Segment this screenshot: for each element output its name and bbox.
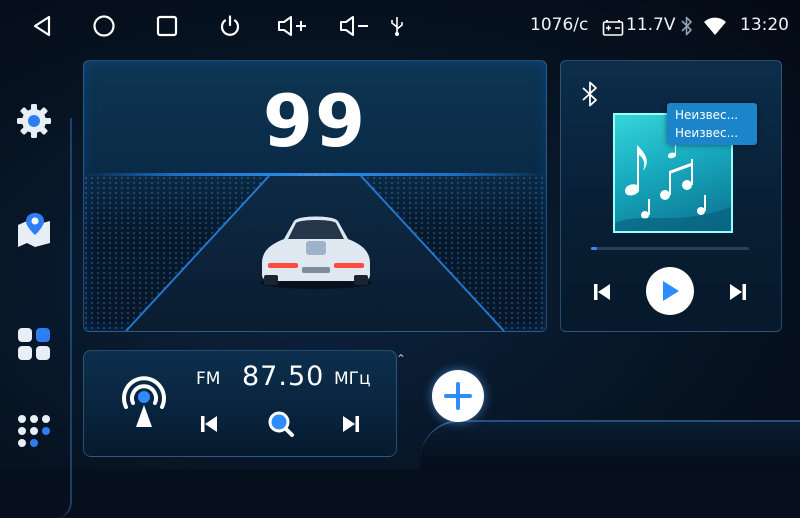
next-track-button[interactable]: [725, 279, 751, 305]
track-info-banner: Неизвес... Неизвес...: [667, 103, 757, 145]
playback-progress-fill: [591, 247, 598, 250]
apps-grid-icon[interactable]: [14, 324, 54, 364]
radio-search-button[interactable]: [266, 409, 296, 439]
battery-voltage-label: 11.7V: [626, 15, 676, 35]
navigation-map-icon[interactable]: [14, 210, 54, 250]
playback-progress-bar[interactable]: [591, 247, 749, 250]
add-widget-button[interactable]: [432, 370, 484, 422]
home-icon[interactable]: [90, 12, 118, 40]
volume-down-icon[interactable]: [337, 12, 373, 40]
track-artist: Неизвес...: [675, 126, 739, 140]
battery-icon: [601, 14, 625, 42]
sidebar: [0, 58, 72, 518]
recents-icon[interactable]: [153, 12, 181, 40]
car-icon: [260, 216, 372, 289]
speed-value: 99: [262, 79, 368, 163]
music-card[interactable]: Неизвес... Неизвес...: [560, 60, 782, 332]
radio-unit: МГц: [334, 369, 371, 389]
back-icon[interactable]: [28, 12, 56, 40]
wifi-icon: [701, 12, 729, 40]
volume-up-icon[interactable]: [275, 12, 311, 40]
plus-icon: [444, 382, 472, 410]
clock-label: 13:20: [740, 15, 789, 35]
power-icon[interactable]: [216, 12, 244, 40]
radio-band: FM: [196, 369, 221, 389]
previous-track-button[interactable]: [589, 279, 615, 305]
speedometer-card[interactable]: 99 КМ/Ч: [83, 60, 547, 332]
radio-antenna-icon: [116, 373, 172, 433]
bottom-dock: [420, 420, 800, 471]
status-bar: 1076/c 11.7V 13:20: [0, 0, 800, 52]
play-button[interactable]: [646, 267, 694, 315]
radio-frequency: 87.50: [242, 361, 325, 392]
search-icon: [268, 411, 294, 437]
radio-seek-back-button[interactable]: [196, 411, 222, 437]
settings-icon[interactable]: [14, 101, 54, 141]
net-speed-label: 1076/c: [530, 15, 589, 35]
chevron-up-icon[interactable]: ⌃: [396, 352, 406, 366]
play-icon: [663, 281, 679, 301]
track-title: Неизвес...: [675, 108, 739, 122]
usb-icon: [383, 12, 411, 40]
radio-card[interactable]: FM 87.50 МГц: [83, 350, 397, 457]
bluetooth-icon: [579, 81, 601, 111]
bluetooth-icon: [677, 12, 697, 40]
dots-menu-icon[interactable]: [14, 411, 54, 451]
sidebar-edge: [56, 118, 72, 518]
radio-seek-forward-button[interactable]: [338, 411, 364, 437]
